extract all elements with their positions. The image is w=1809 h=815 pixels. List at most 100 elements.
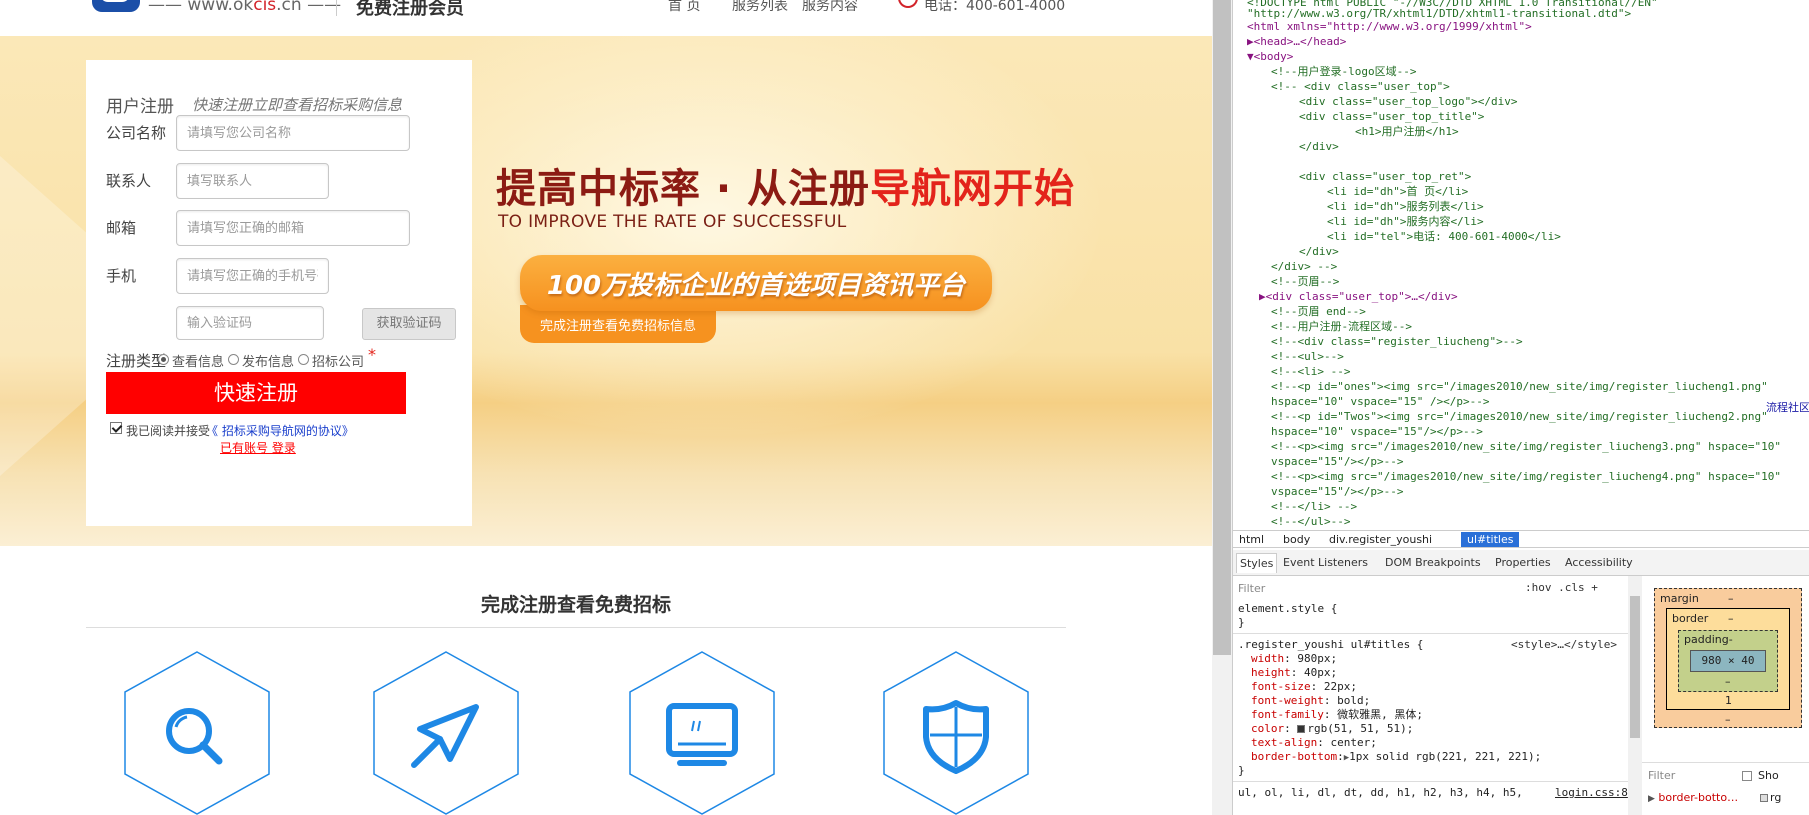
email-input[interactable] [176, 210, 410, 246]
dom-line[interactable]: <li id="dh">服务列表</li> [1327, 200, 1484, 214]
get-code-button[interactable]: 获取验证码 [362, 308, 456, 340]
phone-label: 手机 [106, 267, 137, 285]
elements-dom-tree[interactable]: <!DOCTYPE html PUBLIC "-//W3C//DTD XHTML… [1233, 0, 1809, 530]
dom-line[interactable]: <!-- <div class="user_top"> [1271, 80, 1450, 94]
quick-register-button[interactable]: 快速注册 [106, 372, 406, 414]
radio-publish-info[interactable] [228, 354, 239, 365]
computed-prop-name: border-botto… [1658, 791, 1739, 804]
element-style-rule[interactable]: element.style { [1238, 602, 1337, 616]
breadcrumb-div[interactable]: div.register_youshi [1329, 533, 1432, 546]
dom-line[interactable]: <div class="user_top_logo"></div> [1299, 95, 1518, 109]
breadcrumb-ul-titles[interactable]: ul#titles [1461, 532, 1520, 547]
radio-view-info[interactable] [158, 354, 169, 365]
nav-service-list[interactable]: 服务列表 [732, 0, 788, 15]
dom-line[interactable]: <li id="dh">首 页</li> [1327, 185, 1468, 199]
dom-line[interactable]: </div> [1299, 140, 1339, 154]
phone-input[interactable] [176, 258, 329, 294]
shield-icon [883, 651, 1029, 815]
styles-scrollbar-thumb[interactable] [1630, 596, 1640, 738]
login-link[interactable]: 已有账号 登录 [220, 439, 296, 456]
tab-dom-breakpoints[interactable]: DOM Breakpoints [1385, 556, 1481, 569]
company-input[interactable] [176, 115, 410, 151]
styles-filter-options[interactable]: :hov .cls + [1525, 581, 1598, 594]
dom-line[interactable]: <!--</li> --> [1271, 500, 1357, 514]
dom-line[interactable]: <!--页眉 end--> [1271, 305, 1366, 319]
nav-service-content[interactable]: 服务内容 [802, 0, 858, 15]
next-rule-source[interactable]: login.css:8 [1555, 786, 1628, 800]
contact-input[interactable] [176, 163, 329, 199]
radio-bidding-company-label[interactable]: 招标公司 [312, 351, 364, 370]
hex-tile-search[interactable] [123, 651, 271, 815]
css-prop-row[interactable]: height: 40px; [1251, 666, 1337, 680]
dom-line[interactable]: ▶<head>…</head> [1247, 35, 1346, 49]
dom-line[interactable]: <!--用户登录-logo区域--> [1271, 65, 1416, 79]
dom-line[interactable]: <!--<div class="register_liucheng">--> [1271, 335, 1523, 349]
box-content[interactable]: 980 × 40 [1690, 650, 1766, 672]
color-swatch[interactable] [1297, 725, 1306, 733]
site-logo[interactable] [92, 0, 140, 12]
dom-line[interactable]: <html xmlns="http://www.w3.org/1999/xhtm… [1247, 20, 1532, 34]
color-swatch[interactable] [1760, 794, 1768, 802]
dom-line[interactable]: <h1>用户注册</h1> [1355, 125, 1459, 139]
tab-accessibility[interactable]: Accessibility [1565, 556, 1633, 569]
dom-line[interactable]: vspace="15"/></p>--> [1271, 455, 1403, 469]
tab-properties[interactable]: Properties [1495, 556, 1551, 569]
computed-filter-input[interactable]: Filter [1648, 769, 1675, 782]
radio-publish-info-label[interactable]: 发布信息 [242, 351, 294, 370]
show-all-checkbox[interactable] [1742, 771, 1752, 781]
arrow-cursor-icon [373, 651, 519, 815]
dom-line[interactable]: <div class="user_top_ret"> [1299, 170, 1471, 184]
computed-prop-row[interactable]: ▶ border-botto… [1648, 791, 1738, 804]
dom-line[interactable]: <li id="tel">电话: 400-601-4000</li> [1327, 230, 1561, 244]
css-prop-row[interactable]: text-align: center; [1251, 736, 1377, 750]
css-prop-row[interactable]: width: 980px; [1251, 652, 1337, 666]
hex-tile-arrow[interactable] [372, 651, 520, 815]
css-prop-row[interactable]: color: rgb(51, 51, 51); [1251, 722, 1413, 736]
tab-styles[interactable]: Styles [1236, 553, 1278, 573]
page-scrollbar-thumb[interactable] [1213, 0, 1231, 655]
hex-tile-monitor[interactable] [628, 651, 776, 815]
rule-selector[interactable]: .register_youshi ul#titles { [1238, 638, 1423, 652]
agree-checkbox[interactable] [110, 422, 122, 434]
dom-overflow-text: 流程社区 [1766, 401, 1809, 414]
dom-line[interactable]: <!--页眉--> [1271, 275, 1339, 289]
hex-tile-shield[interactable] [882, 651, 1030, 815]
rule-source[interactable]: <style>…</style> [1511, 638, 1617, 652]
dom-line[interactable]: ▶<div class="user_top">…</div> [1259, 290, 1458, 304]
dom-line[interactable]: <!--用户注册-流程区域--> [1271, 320, 1412, 334]
dom-line[interactable]: <!--<li> --> [1271, 365, 1350, 379]
breadcrumb-html[interactable]: html [1239, 533, 1264, 546]
nav-home[interactable]: 首 页 [668, 0, 700, 15]
expand-triangle-icon[interactable]: ▶ [1648, 794, 1655, 804]
styles-filter-input[interactable]: Filter [1238, 582, 1265, 595]
dom-line[interactable]: <!--<p id="ones"><img src="/images2010/n… [1271, 380, 1768, 394]
dom-line[interactable]: <!--<p><img src="/images2010/new_site/im… [1271, 440, 1781, 454]
next-rule-selector[interactable]: ul, ol, li, dl, dt, dd, h1, h2, h3, h4, … [1238, 786, 1523, 800]
banner-pill-text: 100万投标企业的首选项目资讯平台 [546, 271, 966, 301]
dom-line[interactable]: ▼<body> [1247, 50, 1293, 64]
css-prop-row[interactable]: font-size: 22px; [1251, 680, 1357, 694]
dom-line[interactable]: <!--</ul>--> [1271, 515, 1350, 529]
radio-view-info-label[interactable]: 查看信息 [172, 351, 224, 370]
verify-code-input[interactable] [176, 306, 324, 340]
dom-line[interactable]: "http://www.w3.org/TR/xhtml1/DTD/xhtml1-… [1247, 7, 1631, 21]
breadcrumb-body[interactable]: body [1283, 533, 1310, 546]
tab-event-listeners[interactable]: Event Listeners [1283, 556, 1368, 569]
dom-line[interactable]: hspace="10" vspace="15"/></p>--> [1271, 425, 1483, 439]
dom-line[interactable]: <li id="dh">服务内容</li> [1327, 215, 1484, 229]
css-prop-value: bold; [1337, 694, 1371, 707]
dom-line[interactable]: </div> [1299, 245, 1339, 259]
css-prop-row[interactable]: border-bottom:▶1px solid rgb(221, 221, 2… [1251, 750, 1541, 765]
dom-line[interactable]: vspace="15"/></p>--> [1271, 485, 1403, 499]
dom-line[interactable]: <div class="user_top_title"> [1299, 110, 1484, 124]
dom-line[interactable]: <!--<p><img src="/images2010/new_site/im… [1271, 470, 1781, 484]
css-prop-row[interactable]: font-family: 微软雅黑, 黑体; [1251, 708, 1423, 722]
dom-line[interactable]: <!--<p id="Twos"><img src="/images2010/n… [1271, 410, 1768, 424]
radio-bidding-company[interactable] [298, 354, 309, 365]
agreement-link[interactable]: 《 招标采购导航网的协议》 [206, 422, 354, 439]
dom-line[interactable]: <!--<ul>--> [1271, 350, 1344, 364]
dom-line[interactable]: </div> --> [1271, 260, 1337, 274]
css-prop-row[interactable]: font-weight: bold; [1251, 694, 1370, 708]
banner-pill: 100万投标企业的首选项目资讯平台 [520, 255, 992, 311]
dom-line[interactable]: hspace="10" vspace="15" /></p>--> [1271, 395, 1490, 409]
